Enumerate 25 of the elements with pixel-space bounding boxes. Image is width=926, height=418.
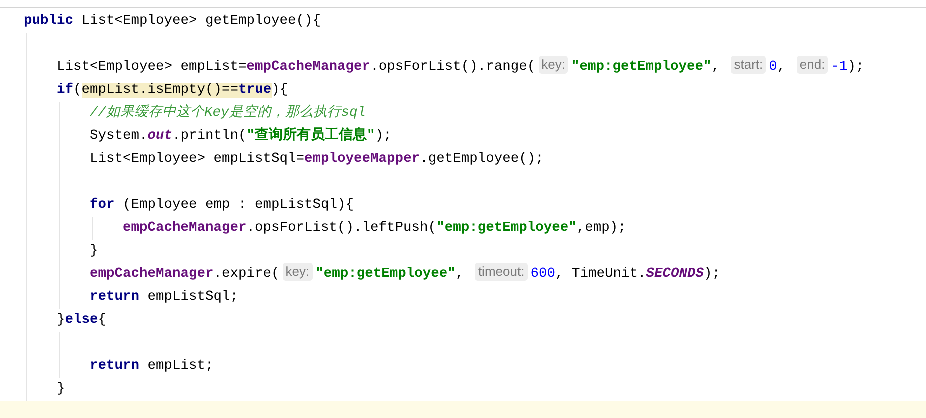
code-text: } — [90, 244, 98, 259]
code-text: System.out.println("查询所有员工信息"); — [90, 129, 392, 144]
code-text: return empList; — [90, 359, 214, 374]
code-text: "emp:getEmployee", — [571, 60, 721, 75]
code-text: 0, — [769, 60, 787, 75]
code-text: for (Employee emp : empListSql){ — [90, 198, 354, 213]
code-text: empCacheManager.opsForList().leftPush("emp:getEmployee",emp); — [123, 221, 626, 236]
code-text: return empListSql; — [90, 290, 239, 305]
code-editor[interactable] — [0, 7, 926, 418]
code-text: 600, TimeUnit.SECONDS); — [530, 267, 720, 282]
code-text: //如果缓存中这个Key是空的，那么执行sql — [90, 106, 366, 121]
code-text: } — [57, 382, 66, 397]
parameter-hint: timeout: — [475, 263, 528, 281]
code-text: List<Employee> empList=empCacheManager.opsForList().range( — [57, 60, 536, 75]
code-text: }else{ — [57, 313, 107, 328]
code-text: empCacheManager.expire( — [90, 267, 280, 282]
code-text: "emp:getEmployee", — [316, 267, 466, 282]
code-text: if(empList.isEmpty()==true){ — [57, 83, 288, 98]
parameter-hint: key: — [538, 56, 568, 74]
parameter-hint: start: — [731, 56, 766, 74]
code-text: List<Employee> empListSql=employeeMapper.getEmployee(); — [90, 152, 544, 167]
parameter-hint: end: — [796, 56, 828, 74]
code-text: public List<Employee> getEmployee(){ — [24, 14, 322, 29]
parameter-hint: key: — [282, 263, 313, 281]
code-text: -1); — [831, 60, 864, 75]
